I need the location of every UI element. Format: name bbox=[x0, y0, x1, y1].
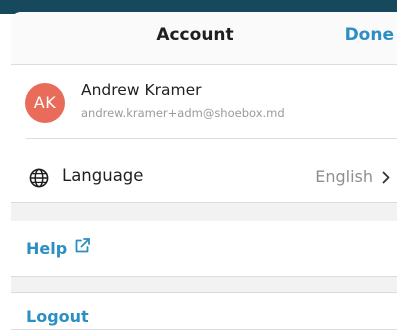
user-email: andrew.kramer+adm@shoebox.md bbox=[81, 106, 285, 120]
logout-button[interactable]: Logout bbox=[26, 307, 89, 326]
section-gap bbox=[11, 277, 397, 293]
language-row[interactable]: Language English bbox=[11, 151, 397, 203]
app-frame: Account Done AK Andrew Kramer andrew.kra… bbox=[0, 0, 397, 331]
chevron-right-icon bbox=[382, 171, 390, 184]
logout-divider bbox=[11, 329, 397, 330]
done-button[interactable]: Done bbox=[345, 25, 394, 45]
account-sheet: Account Done AK Andrew Kramer andrew.kra… bbox=[11, 12, 397, 331]
navigation-bar: Account Done bbox=[11, 12, 397, 64]
globe-icon bbox=[29, 168, 49, 188]
external-link-icon[interactable] bbox=[73, 237, 91, 255]
help-row[interactable]: Help bbox=[11, 221, 397, 277]
account-divider bbox=[26, 138, 397, 139]
language-value: English bbox=[315, 167, 373, 186]
logout-row[interactable]: Logout bbox=[11, 293, 397, 331]
account-info-row: AK Andrew Kramer andrew.kramer+adm@shoeb… bbox=[11, 65, 397, 139]
page-title: Account bbox=[156, 25, 234, 45]
language-label: Language bbox=[62, 166, 144, 185]
user-name: Andrew Kramer bbox=[81, 81, 202, 99]
section-gap bbox=[11, 203, 397, 221]
avatar: AK bbox=[25, 83, 65, 123]
help-link[interactable]: Help bbox=[26, 239, 67, 258]
